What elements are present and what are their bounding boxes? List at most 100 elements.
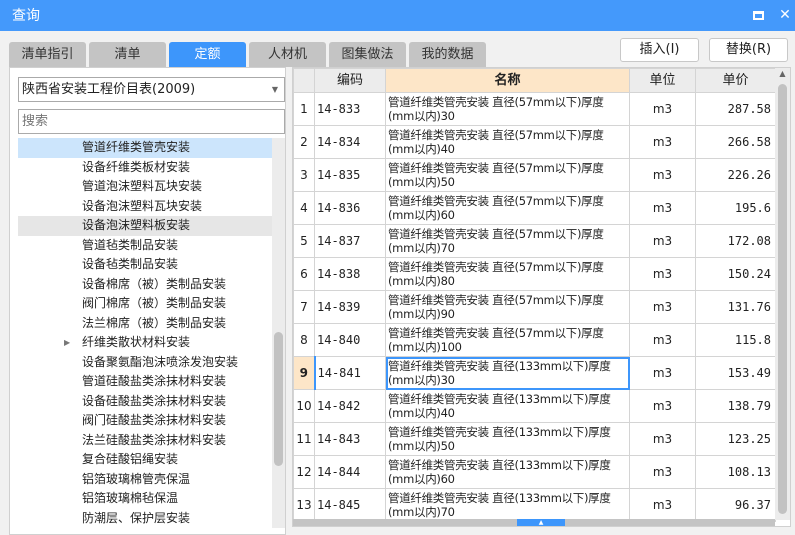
name-cell[interactable]: 管道纤维类管壳安装 直径(57mm以下)厚度 (mm以内)30 — [385, 92, 630, 126]
tab-0[interactable]: 清单指引 — [9, 42, 86, 67]
table-row[interactable]: 3 14-835 管道纤维类管壳安装 直径(57mm以下)厚度 (mm以内)50 … — [293, 158, 776, 192]
tree-item[interactable]: 阀门硅酸盐类涂抹材料安装 — [18, 411, 272, 431]
tab-2[interactable]: 定额 — [169, 42, 246, 67]
unit-cell[interactable]: m3 — [629, 356, 696, 390]
code-cell[interactable]: 14-839 — [314, 290, 386, 324]
table-row[interactable]: 6 14-838 管道纤维类管壳安装 直径(57mm以下)厚度 (mm以内)80 … — [293, 257, 776, 291]
table-row[interactable]: 11 14-843 管道纤维类管壳安装 直径(133mm以下)厚度 (mm以内)5… — [293, 422, 776, 456]
tab-4[interactable]: 图集做法 — [329, 42, 406, 67]
tree-item[interactable]: 防潮层、保护层安装 — [18, 509, 272, 529]
code-cell[interactable]: 14-845 — [314, 488, 386, 522]
name-cell[interactable]: 管道纤维类管壳安装 直径(57mm以下)厚度 (mm以内)90 — [385, 290, 630, 324]
name-cell[interactable]: 管道纤维类管壳安装 直径(133mm以下)厚度 (mm以内)40 — [385, 389, 630, 423]
close-icon[interactable]: ✕ — [778, 8, 792, 22]
tab-5[interactable]: 我的数据 — [409, 42, 486, 67]
expand-arrow-icon[interactable]: ▶ — [64, 333, 70, 353]
name-cell[interactable]: 管道纤维类管壳安装 直径(57mm以下)厚度 (mm以内)100 — [385, 323, 630, 357]
table-row[interactable]: 8 14-840 管道纤维类管壳安装 直径(57mm以下)厚度 (mm以内)100… — [293, 323, 776, 357]
row-number[interactable]: 11 — [293, 422, 315, 456]
price-cell[interactable]: 266.58 — [695, 125, 776, 159]
row-number[interactable]: 5 — [293, 224, 315, 258]
name-cell[interactable]: 管道纤维类管壳安装 直径(133mm以下)厚度 (mm以内)70 — [385, 488, 630, 522]
unit-cell[interactable]: m3 — [629, 158, 696, 192]
row-number[interactable]: 4 — [293, 191, 315, 225]
price-cell[interactable]: 138.79 — [695, 389, 776, 423]
name-cell[interactable]: 管道纤维类管壳安装 直径(133mm以下)厚度 (mm以内)30 — [385, 356, 630, 390]
maximize-icon[interactable] — [752, 8, 766, 22]
code-cell[interactable]: 14-833 — [314, 92, 386, 126]
scrollbar-thumb[interactable] — [274, 332, 283, 466]
replace-button[interactable]: 替换(R) — [709, 38, 788, 62]
row-number[interactable]: 6 — [293, 257, 315, 291]
header-unit[interactable]: 单位 — [629, 68, 696, 93]
unit-cell[interactable]: m3 — [629, 257, 696, 291]
table-row[interactable]: 13 14-845 管道纤维类管壳安装 直径(133mm以下)厚度 (mm以内)7… — [293, 488, 776, 522]
tree-scrollbar[interactable] — [272, 138, 285, 528]
name-cell[interactable]: 管道纤维类管壳安装 直径(57mm以下)厚度 (mm以内)70 — [385, 224, 630, 258]
tree-item[interactable]: 设备硅酸盐类涂抹材料安装 — [18, 392, 272, 412]
table-row[interactable]: 5 14-837 管道纤维类管壳安装 直径(57mm以下)厚度 (mm以内)70 … — [293, 224, 776, 258]
search-input[interactable] — [18, 109, 285, 134]
insert-button[interactable]: 插入(I) — [620, 38, 699, 62]
price-cell[interactable]: 287.58 — [695, 92, 776, 126]
unit-cell[interactable]: m3 — [629, 125, 696, 159]
tree-item[interactable]: 设备棉席（被）类制品安装 — [18, 275, 272, 295]
unit-cell[interactable]: m3 — [629, 455, 696, 489]
table-row[interactable]: 10 14-842 管道纤维类管壳安装 直径(133mm以下)厚度 (mm以内)4… — [293, 389, 776, 423]
code-cell[interactable]: 14-842 — [314, 389, 386, 423]
row-number[interactable]: 12 — [293, 455, 315, 489]
tree-item[interactable]: 设备泡沫塑料瓦块安装 — [18, 197, 272, 217]
row-number[interactable]: 3 — [293, 158, 315, 192]
tree-item[interactable]: 铝箔玻璃棉管壳保温 — [18, 470, 272, 490]
code-cell[interactable]: 14-840 — [314, 323, 386, 357]
code-cell[interactable]: 14-838 — [314, 257, 386, 291]
scroll-up-icon[interactable]: ▲ — [775, 68, 790, 80]
name-cell[interactable]: 管道纤维类管壳安装 直径(57mm以下)厚度 (mm以内)40 — [385, 125, 630, 159]
code-cell[interactable]: 14-841 — [314, 356, 386, 390]
tree-item[interactable]: 设备泡沫塑料板安装 — [18, 216, 272, 236]
table-row[interactable]: 1 14-833 管道纤维类管壳安装 直径(57mm以下)厚度 (mm以内)30 … — [293, 92, 776, 126]
code-cell[interactable]: 14-836 — [314, 191, 386, 225]
name-cell[interactable]: 管道纤维类管壳安装 直径(57mm以下)厚度 (mm以内)60 — [385, 191, 630, 225]
tree-item[interactable]: 管道纤维类管壳安装 — [18, 138, 272, 158]
price-cell[interactable]: 150.24 — [695, 257, 776, 291]
unit-cell[interactable]: m3 — [629, 224, 696, 258]
tree-item[interactable]: 管道泡沫塑料瓦块安装 — [18, 177, 272, 197]
price-cell[interactable]: 115.8 — [695, 323, 776, 357]
row-number[interactable]: 9 — [293, 356, 316, 390]
header-code[interactable]: 编码 — [314, 68, 386, 93]
price-cell[interactable]: 226.26 — [695, 158, 776, 192]
library-select[interactable]: 陕西省安装工程价目表(2009) ▼ — [18, 77, 285, 102]
grid-scrollbar[interactable]: ▲ — [775, 68, 790, 520]
scrollbar-thumb[interactable] — [778, 84, 787, 514]
row-number[interactable]: 1 — [293, 92, 315, 126]
price-cell[interactable]: 131.76 — [695, 290, 776, 324]
code-cell[interactable]: 14-844 — [314, 455, 386, 489]
tree-item[interactable]: 铝箔玻璃棉毡保温 — [18, 489, 272, 509]
tree-item[interactable]: 设备纤维类板材安装 — [18, 158, 272, 178]
price-cell[interactable]: 195.6 — [695, 191, 776, 225]
unit-cell[interactable]: m3 — [629, 290, 696, 324]
table-row[interactable]: 4 14-836 管道纤维类管壳安装 直径(57mm以下)厚度 (mm以内)60 … — [293, 191, 776, 225]
tree-item[interactable]: 设备毡类制品安装 — [18, 255, 272, 275]
table-row[interactable]: 9 14-841 管道纤维类管壳安装 直径(133mm以下)厚度 (mm以内)30… — [293, 356, 776, 390]
code-cell[interactable]: 14-835 — [314, 158, 386, 192]
tree-item[interactable]: 阀门棉席（被）类制品安装 — [18, 294, 272, 314]
header-price[interactable]: 单价 — [695, 68, 776, 93]
tree-item[interactable]: 法兰硅酸盐类涂抹材料安装 — [18, 431, 272, 451]
code-cell[interactable]: 14-843 — [314, 422, 386, 456]
code-cell[interactable]: 14-837 — [314, 224, 386, 258]
tree-item[interactable]: 设备聚氨酯泡沫喷涂发泡安装 — [18, 353, 272, 373]
tab-1[interactable]: 清单 — [89, 42, 166, 67]
table-row[interactable]: 2 14-834 管道纤维类管壳安装 直径(57mm以下)厚度 (mm以内)40 … — [293, 125, 776, 159]
unit-cell[interactable]: m3 — [629, 191, 696, 225]
unit-cell[interactable]: m3 — [629, 92, 696, 126]
table-row[interactable]: 12 14-844 管道纤维类管壳安装 直径(133mm以下)厚度 (mm以内)6… — [293, 455, 776, 489]
unit-cell[interactable]: m3 — [629, 389, 696, 423]
row-number[interactable]: 13 — [293, 488, 315, 522]
row-number[interactable]: 10 — [293, 389, 315, 423]
unit-cell[interactable]: m3 — [629, 488, 696, 522]
name-cell[interactable]: 管道纤维类管壳安装 直径(57mm以下)厚度 (mm以内)80 — [385, 257, 630, 291]
code-cell[interactable]: 14-834 — [314, 125, 386, 159]
unit-cell[interactable]: m3 — [629, 422, 696, 456]
